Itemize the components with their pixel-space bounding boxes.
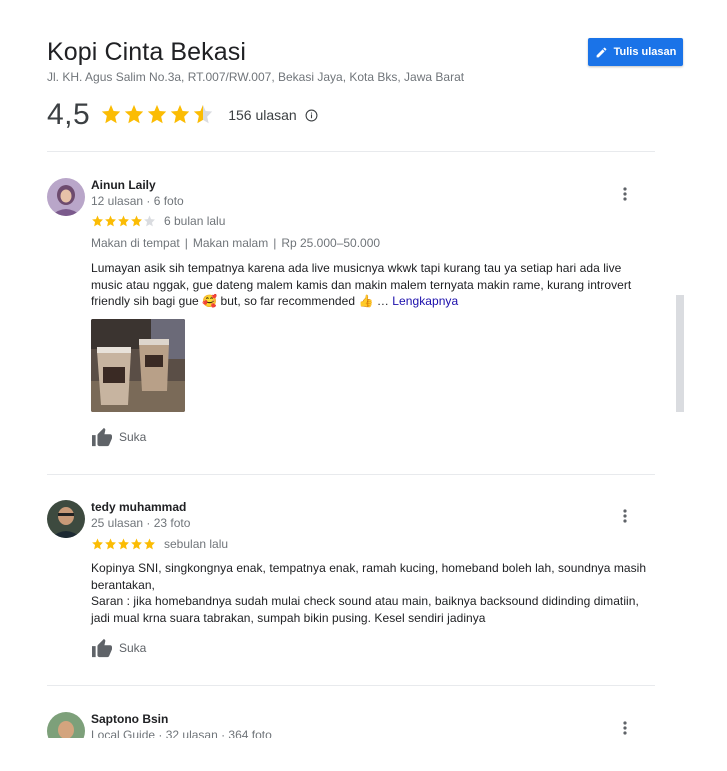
star-icon — [125, 104, 144, 124]
place-address: Jl. KH. Agus Salim No.3a, RT.007/RW.007,… — [47, 70, 465, 84]
info-icon[interactable] — [305, 109, 318, 122]
write-review-button[interactable]: Tulis ulasan — [588, 38, 683, 66]
review-text: Kopinya SNI, singkongnya enak, tempatnya… — [91, 560, 651, 626]
star-icon — [92, 215, 103, 226]
reviewer-meta: 12 ulasan · 6 foto — [91, 194, 184, 208]
star-icon — [105, 215, 116, 226]
review-photo[interactable] — [91, 319, 185, 412]
attribute-meal: Makan malam — [192, 236, 269, 250]
reviews-panel: Kopi Cinta Bekasi Jl. KH. Agus Salim No.… — [0, 0, 727, 738]
scrollbar-thumb[interactable] — [676, 295, 684, 412]
more-options-icon[interactable] — [615, 184, 635, 204]
star-icon — [102, 104, 121, 124]
review-card: tedy muhammad 25 ulasan · 23 foto sebula… — [47, 500, 657, 670]
review-body: Saran : jika homebandnya sudah mulai che… — [91, 594, 639, 625]
star-rating — [91, 215, 156, 228]
avatar[interactable] — [47, 178, 85, 216]
star-icon — [194, 104, 213, 124]
star-icon — [105, 538, 116, 549]
star-icon — [131, 215, 142, 226]
review-date: 6 bulan lalu — [164, 214, 226, 228]
review-card: Saptono Bsin Local Guide · 32 ulasan · 3… — [47, 712, 657, 738]
star-icon — [144, 215, 155, 226]
avatar[interactable] — [47, 500, 85, 538]
attribute-service: Makan di tempat — [91, 236, 180, 250]
review-count: 156 ulasan — [228, 107, 297, 123]
reviewer-name[interactable]: Saptono Bsin — [91, 712, 168, 726]
review-date: sebulan lalu — [164, 537, 229, 551]
like-button[interactable]: Suka — [91, 638, 146, 658]
star-icon — [131, 538, 142, 549]
reviewer-meta: 25 ulasan · 23 foto — [91, 516, 191, 530]
reviewer-name[interactable]: Ainun Laily — [91, 178, 156, 192]
more-options-icon[interactable] — [615, 718, 635, 738]
attribute-price: Rp 25.000–50.000 — [281, 236, 381, 250]
star-icon — [171, 104, 190, 124]
write-review-label: Tulis ulasan — [613, 46, 677, 58]
thumbs-up-icon — [91, 427, 113, 447]
star-icon — [118, 538, 129, 549]
review-body: Kopinya SNI, singkongnya enak, tempatnya… — [91, 561, 647, 592]
star-icon — [92, 538, 103, 549]
review-body: Lumayan asik sih tempatnya karena ada li… — [91, 261, 632, 308]
avatar[interactable] — [47, 712, 85, 738]
divider — [47, 151, 655, 152]
star-icon — [148, 104, 167, 124]
review-rating: 6 bulan lalu — [91, 214, 225, 228]
star-icon — [144, 538, 155, 549]
like-label: Suka — [119, 641, 147, 655]
thumbs-up-icon — [91, 638, 113, 658]
review-card: Ainun Laily 12 ulasan · 6 foto 6 bulan l… — [47, 178, 657, 458]
average-rating-stars — [100, 104, 214, 126]
like-label: Suka — [119, 430, 147, 444]
read-more-link[interactable]: Lengkapnya — [392, 294, 458, 308]
reviewer-name[interactable]: tedy muhammad — [91, 500, 186, 514]
reviewer-meta: Local Guide · 32 ulasan · 364 foto — [91, 728, 272, 738]
rating-summary: 4,5 156 ulasan — [47, 97, 318, 133]
review-rating: sebulan lalu — [91, 537, 228, 551]
review-attributes: Makan di tempat | Makan malam | Rp 25.000–50… — [91, 236, 381, 250]
star-rating — [91, 538, 156, 551]
review-text: Lumayan asik sih tempatnya karena ada li… — [91, 260, 651, 310]
divider — [47, 474, 655, 475]
pencil-icon — [595, 46, 608, 59]
star-icon — [118, 215, 129, 226]
more-options-icon[interactable] — [615, 506, 635, 526]
average-rating: 4,5 — [47, 98, 91, 131]
divider — [47, 685, 655, 686]
like-button[interactable]: Suka — [91, 427, 146, 447]
